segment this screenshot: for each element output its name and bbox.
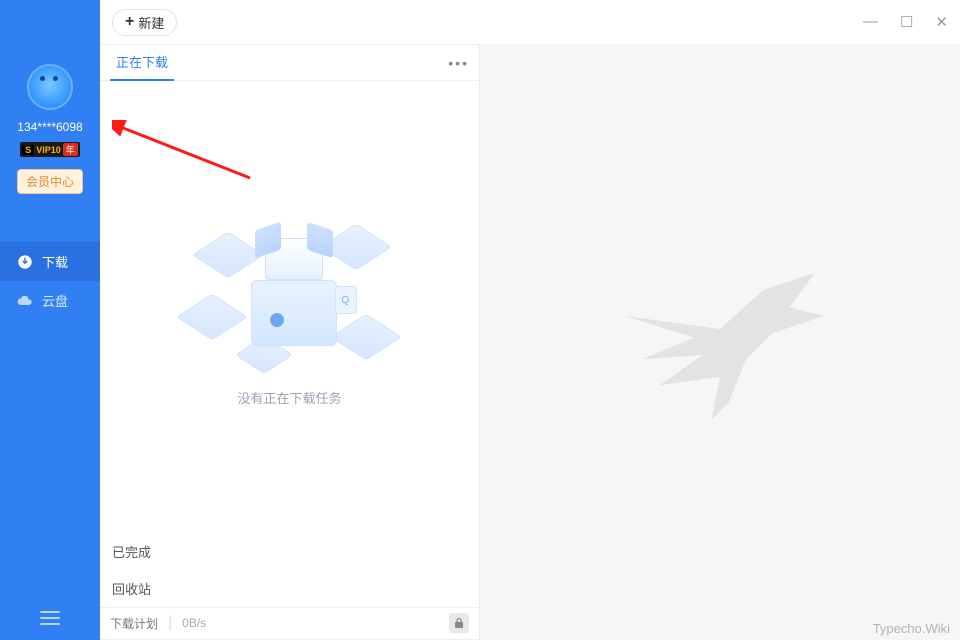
tab-downloading[interactable]: 正在下载 [110,45,174,81]
sidebar: 134****6098 S VIP10 年 会员中心 下载 云盘 [0,0,100,640]
new-button[interactable]: + 新建 [112,9,177,36]
download-plan-label[interactable]: 下载计划 [110,615,158,632]
sidebar-item-download[interactable]: 下载 [0,242,100,281]
minimize-button[interactable]: — [863,13,878,31]
main-pane: 正在下载 ••• Q 没有正在下载任务 已完成 回收站 下载计划 | 0B/s [100,44,480,640]
empty-illustration: Q [185,208,395,378]
vip-year-label: 年 [63,143,78,156]
vip-badge[interactable]: S VIP10 年 [20,142,80,157]
bottom-sections: 已完成 回收站 下载计划 | 0B/s [100,533,479,639]
download-icon [16,253,34,271]
new-button-label: 新建 [138,13,164,32]
member-center-button[interactable]: 会员中心 [17,169,83,194]
topbar: + 新建 — ☐ ✕ [100,0,960,44]
vip-level-label: VIP10 [34,145,63,155]
status-bar: 下载计划 | 0B/s [100,607,479,639]
close-button[interactable]: ✕ [935,13,948,31]
avatar[interactable] [27,64,73,110]
separator: | [168,614,172,632]
sidebar-nav: 下载 云盘 [0,242,100,320]
watermark: Typecho.Wiki [873,621,950,636]
maximize-button[interactable]: ☐ [900,13,913,31]
vip-s-icon: S [22,145,34,155]
paper-icon: Q [335,286,357,314]
speed-label: 0B/s [182,616,206,630]
hummingbird-icon [590,242,850,442]
cloud-icon [16,292,34,310]
sidebar-item-label: 下载 [42,252,68,271]
menu-button[interactable] [0,610,100,626]
empty-text: 没有正在下载任务 [237,388,341,407]
preview-pane [480,44,960,640]
window-controls: — ☐ ✕ [863,13,948,31]
sidebar-item-label: 云盘 [42,291,68,310]
tab-row: 正在下载 ••• [100,45,479,81]
lock-icon[interactable] [449,613,469,633]
section-completed[interactable]: 已完成 [100,533,479,570]
sidebar-item-cloud[interactable]: 云盘 [0,281,100,320]
section-recycle[interactable]: 回收站 [100,570,479,607]
plus-icon: + [125,14,134,30]
more-button[interactable]: ••• [448,55,469,71]
empty-state: Q 没有正在下载任务 [100,81,479,533]
username-label: 134****6098 [17,120,82,134]
